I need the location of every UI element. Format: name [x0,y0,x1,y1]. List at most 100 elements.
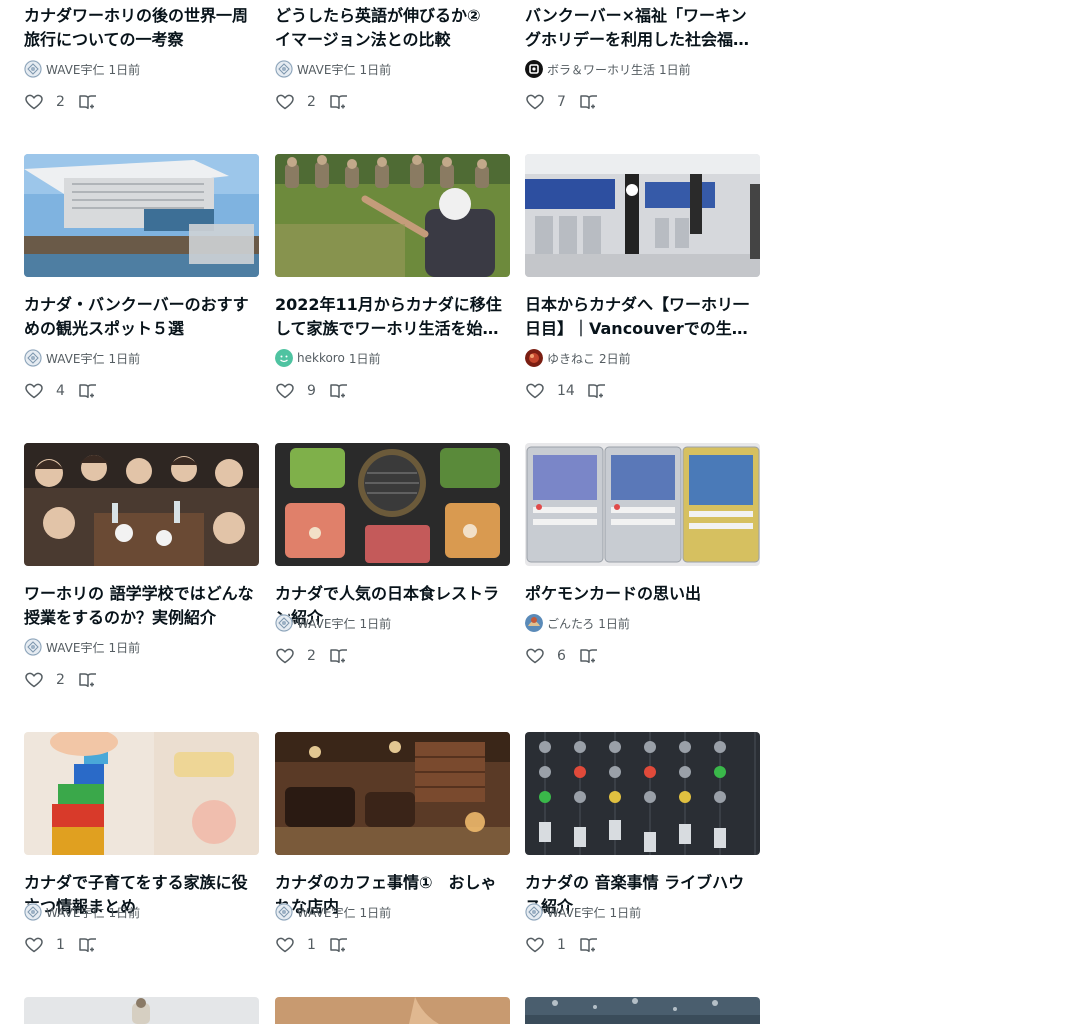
article-author[interactable]: hekkoro 1日前 [275,349,380,367]
article-author[interactable]: WAVE宇仁 1日前 [275,60,391,78]
article-author[interactable]: WAVE宇仁 1日前 [525,903,641,921]
article-author[interactable]: WAVE宇仁 1日前 [24,638,140,656]
article-title[interactable]: どうしたら英語が伸びるか② イマージョン法との比較 [275,4,510,52]
heart-outline-icon[interactable] [525,92,545,112]
like-count: 9 [307,383,316,399]
article-thumbnail[interactable] [275,443,510,566]
article-actions: 2 [275,92,349,112]
article-thumbnail[interactable] [275,154,510,277]
author-name: WAVE宇仁 [46,62,105,77]
article-thumbnail[interactable] [24,997,259,1024]
heart-outline-icon[interactable] [525,381,545,401]
article-author[interactable]: WAVE宇仁 1日前 [24,903,140,921]
article-author[interactable]: ボラ＆ワーホリ生活 1日前 [525,60,691,78]
magazine-add-icon[interactable] [78,381,98,401]
article-actions: 4 [24,381,98,401]
article-title[interactable]: カナダワーホリの後の世界一周旅行についての一考察 [24,4,259,52]
magazine-add-icon[interactable] [329,381,349,401]
like-count: 1 [307,937,316,953]
post-time: 1日前 [609,905,642,920]
article-actions: 2 [24,92,98,112]
article-thumbnail[interactable] [275,732,510,855]
article-author[interactable]: WAVE宇仁 1日前 [275,614,391,632]
article-thumbnail[interactable] [24,154,259,277]
magazine-add-icon[interactable] [78,935,98,955]
heart-outline-icon[interactable] [24,381,44,401]
article-actions: 7 [525,92,599,112]
article-title[interactable]: 2022年11月からカナダに移住して家族でワーホリ生活を始めた私が伝えたいこと [275,293,510,341]
article-title[interactable]: 日本からカナダへ【ワーホリ一日目】｜Vancouverでの生活スタート [525,293,760,341]
author-name: ごんたろ [547,616,595,631]
post-time: 1日前 [659,62,691,77]
like-count: 2 [56,672,65,688]
like-count: 7 [557,94,566,110]
avatar [24,60,42,78]
article-title[interactable]: カナダ・バンクーバーのおすすめの観光スポット５選 [24,293,259,341]
author-name: ゆきねこ [547,351,596,366]
article-author[interactable]: WAVE宇仁 1日前 [24,349,140,367]
like-count: 6 [557,648,566,664]
avatar [24,349,42,367]
magazine-add-icon[interactable] [579,646,599,666]
author-name: WAVE宇仁 [297,62,356,77]
heart-outline-icon[interactable] [24,92,44,112]
heart-outline-icon[interactable] [275,92,295,112]
article-actions: 6 [525,646,599,666]
article-actions: 2 [24,670,98,690]
article-author[interactable]: WAVE宇仁 1日前 [24,60,140,78]
like-count: 2 [307,94,316,110]
article-title[interactable]: ポケモンカードの思い出 [525,582,760,606]
author-name: ボラ＆ワーホリ生活 [547,62,656,77]
avatar [525,903,543,921]
article-title[interactable]: ワーホリの 語学学校ではどんな授業をするのか？実例紹介 [24,582,259,630]
magazine-add-icon[interactable] [329,92,349,112]
article-author[interactable]: ゆきねこ 2日前 [525,349,631,367]
author-name: WAVE宇仁 [46,351,105,366]
article-actions: 1 [24,935,98,955]
magazine-add-icon[interactable] [579,92,599,112]
heart-outline-icon[interactable] [275,381,295,401]
article-thumbnail[interactable] [275,997,510,1024]
post-time: 1日前 [359,616,392,631]
magazine-add-icon[interactable] [78,670,98,690]
article-title[interactable]: バンクーバー×福祉「ワーキングホリデーを利用した社会福祉現場での就労(月12万円 [525,4,760,52]
article-thumbnail[interactable] [24,443,259,566]
heart-outline-icon[interactable] [24,670,44,690]
heart-outline-icon[interactable] [275,646,295,666]
avatar [525,614,543,632]
article-thumbnail[interactable] [525,443,760,566]
post-time: 1日前 [359,905,392,920]
like-count: 4 [56,383,65,399]
avatar [525,349,543,367]
post-time: 1日前 [598,616,630,631]
post-time: 1日前 [108,62,141,77]
author-name: hekkoro [297,351,345,365]
post-time: 1日前 [108,905,141,920]
heart-outline-icon[interactable] [525,935,545,955]
heart-outline-icon[interactable] [525,646,545,666]
article-thumbnail[interactable] [525,732,760,855]
article-author[interactable]: WAVE宇仁 1日前 [275,903,391,921]
author-name: WAVE宇仁 [297,616,356,631]
post-time: 1日前 [348,351,381,366]
post-time: 1日前 [108,640,141,655]
post-time: 1日前 [108,351,141,366]
magazine-add-icon[interactable] [587,381,607,401]
heart-outline-icon[interactable] [275,935,295,955]
magazine-add-icon[interactable] [579,935,599,955]
avatar [275,60,293,78]
author-name: WAVE宇仁 [297,905,356,920]
post-time: 1日前 [359,62,392,77]
article-thumbnail[interactable] [24,732,259,855]
heart-outline-icon[interactable] [24,935,44,955]
article-author[interactable]: ごんたろ 1日前 [525,614,630,632]
magazine-add-icon[interactable] [329,935,349,955]
magazine-add-icon[interactable] [78,92,98,112]
post-time: 2日前 [599,351,631,366]
avatar [275,349,293,367]
article-thumbnail[interactable] [525,154,760,277]
like-count: 2 [307,648,316,664]
magazine-add-icon[interactable] [329,646,349,666]
article-thumbnail[interactable] [525,997,760,1024]
author-name: WAVE宇仁 [547,905,606,920]
